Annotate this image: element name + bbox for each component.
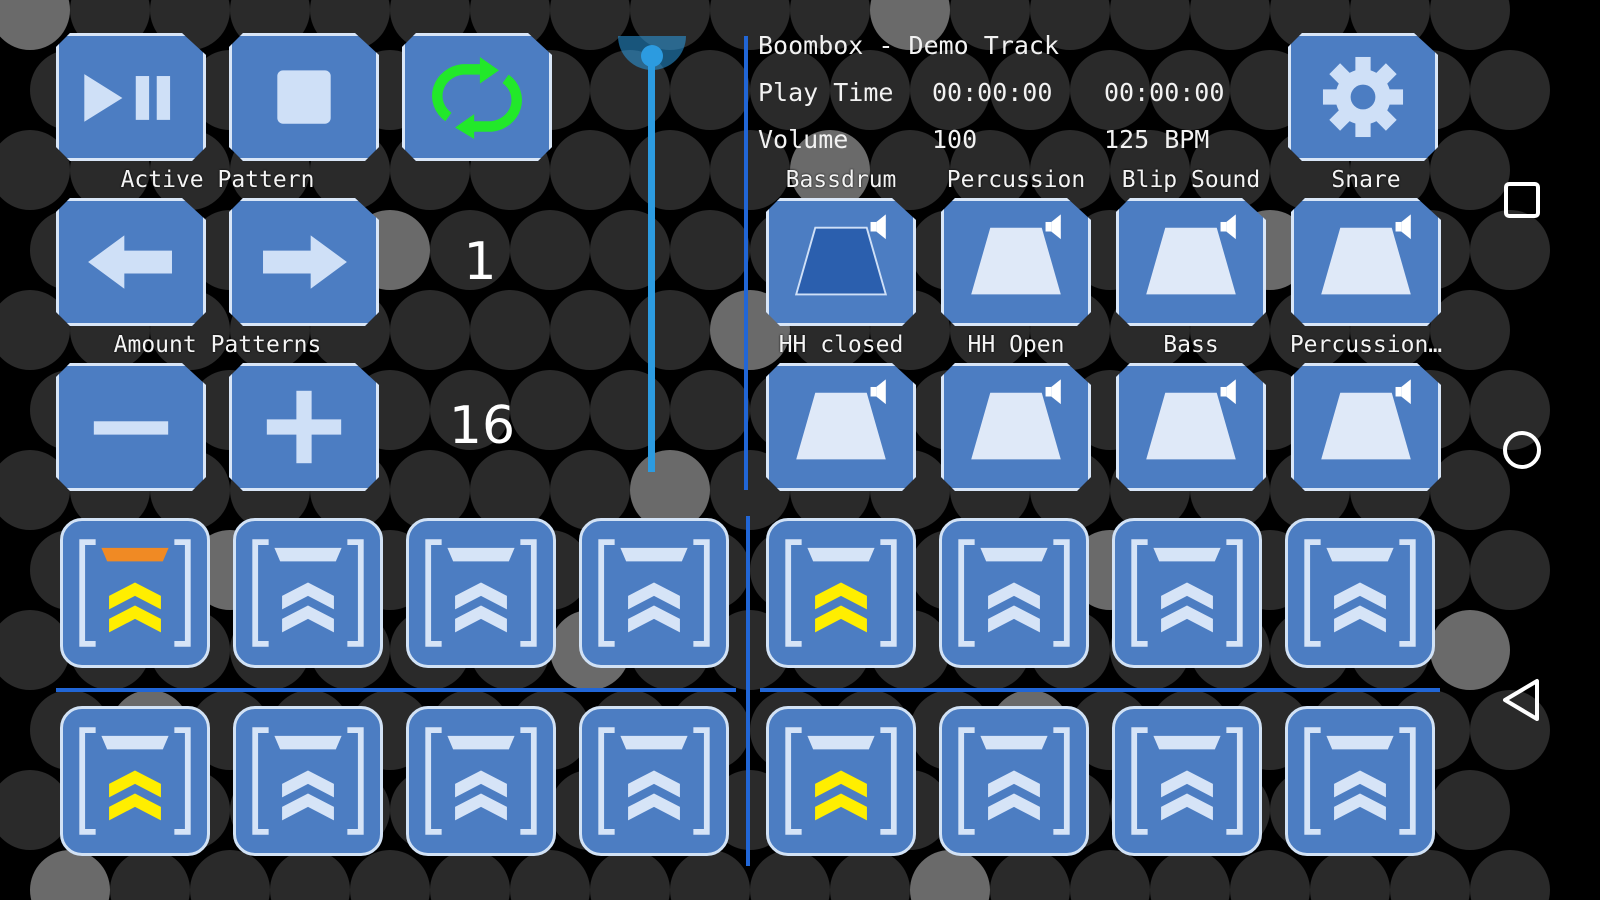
instrument-volume-icon [971,214,1061,295]
play-time-total: 00:00:00 [1104,78,1225,107]
step-pad-icon [1131,727,1243,835]
stop-button[interactable] [229,33,379,161]
step-pad-icon [958,727,1070,835]
settings-button[interactable] [1288,33,1438,161]
top-divider [744,36,748,490]
step-pad-icon [958,539,1070,647]
instrument-volume-icon [971,379,1061,460]
step-pad-icon [1131,539,1243,647]
loop-button[interactable] [402,33,552,161]
gear-icon [1322,56,1404,138]
amount-patterns-value: 16 [448,396,516,456]
instrument-volume-icon [1321,379,1411,460]
step-pad-icon [785,539,897,647]
system-navigation-bar [1470,0,1600,900]
volume-slider-thumb[interactable] [616,34,688,94]
step-pad-icon [598,727,710,835]
bpm-value: 125 BPM [1104,125,1210,154]
step-pad[interactable] [579,518,729,668]
step-pad-icon [425,539,537,647]
increase-patterns-button[interactable] [229,363,379,491]
play-pause-icon [84,74,171,122]
volume-slider-track [648,52,655,472]
instrument-label: Blip Sound [1121,167,1261,193]
step-pad-icon [1304,539,1416,647]
step-pad[interactable] [233,706,383,856]
step-pad-icon [785,727,897,835]
step-pad[interactable] [939,706,1089,856]
step-divider-left [56,688,736,692]
track-title: Boombox - Demo Track [758,31,1060,60]
step-pad-icon [1304,727,1416,835]
step-pad[interactable] [939,518,1089,668]
instrument-button[interactable] [1291,198,1441,326]
instrument-label: Percussion… [1289,332,1443,358]
step-pad[interactable] [1285,518,1435,668]
step-pad-icon [79,539,191,647]
instrument-label: HH closed [778,332,904,358]
instrument-button[interactable] [1116,363,1266,491]
decrease-patterns-button[interactable] [56,363,206,491]
main-screen: Active Pattern 1 Amount Patterns 16 Boom… [0,0,1600,900]
play-time-label: Play Time [758,78,894,107]
step-pad[interactable] [60,518,210,668]
instrument-button[interactable] [1291,363,1441,491]
minus-icon [93,421,169,435]
instrument-volume-icon [1321,214,1411,295]
step-pad[interactable] [579,706,729,856]
volume-slider[interactable] [616,34,688,478]
instrument-button[interactable] [1116,198,1266,326]
instrument-volume-icon [794,214,888,296]
step-pad[interactable] [1112,706,1262,856]
instrument-volume-icon [796,379,886,460]
arrow-right-icon [263,235,347,289]
next-pattern-button[interactable] [229,198,379,326]
loop-icon [432,56,522,139]
step-pad[interactable] [233,518,383,668]
step-pad[interactable] [1112,518,1262,668]
step-divider-vertical [746,516,750,866]
step-pad[interactable] [1285,706,1435,856]
step-pad-icon [425,727,537,835]
volume-label: Volume [758,125,849,154]
square-recents-icon[interactable] [1497,175,1547,225]
step-divider-right [760,688,1440,692]
instrument-button[interactable] [766,363,916,491]
instrument-label: Percussion [946,167,1086,193]
instrument-button[interactable] [941,363,1091,491]
instrument-button[interactable] [941,198,1091,326]
play-time-current: 00:00:00 [932,78,1053,107]
plus-icon [266,390,342,464]
instrument-button[interactable] [766,198,916,326]
instrument-volume-icon [1146,214,1236,295]
volume-value: 100 [932,125,978,154]
amount-patterns-label: Amount Patterns [113,332,322,358]
play-pause-button[interactable] [56,33,206,161]
step-pad[interactable] [406,518,556,668]
arrow-left-icon [88,235,172,289]
previous-pattern-button[interactable] [56,198,206,326]
step-pad[interactable] [766,706,916,856]
step-pad-icon [252,727,364,835]
step-pad-icon [598,539,710,647]
instrument-label: HH Open [967,332,1065,358]
active-pattern-value: 1 [463,232,497,292]
active-pattern-label: Active Pattern [120,167,315,193]
instrument-label: Bassdrum [785,167,897,193]
step-pad[interactable] [60,706,210,856]
step-pad-icon [252,539,364,647]
instrument-label: Bass [1163,332,1219,358]
step-pad[interactable] [406,706,556,856]
stop-icon [277,70,331,124]
instrument-volume-icon [1146,379,1236,460]
triangle-back-icon[interactable] [1497,675,1547,725]
step-pad-icon [79,727,191,835]
step-pad[interactable] [766,518,916,668]
circle-home-icon[interactable] [1497,425,1547,475]
instrument-label: Snare [1331,167,1401,193]
